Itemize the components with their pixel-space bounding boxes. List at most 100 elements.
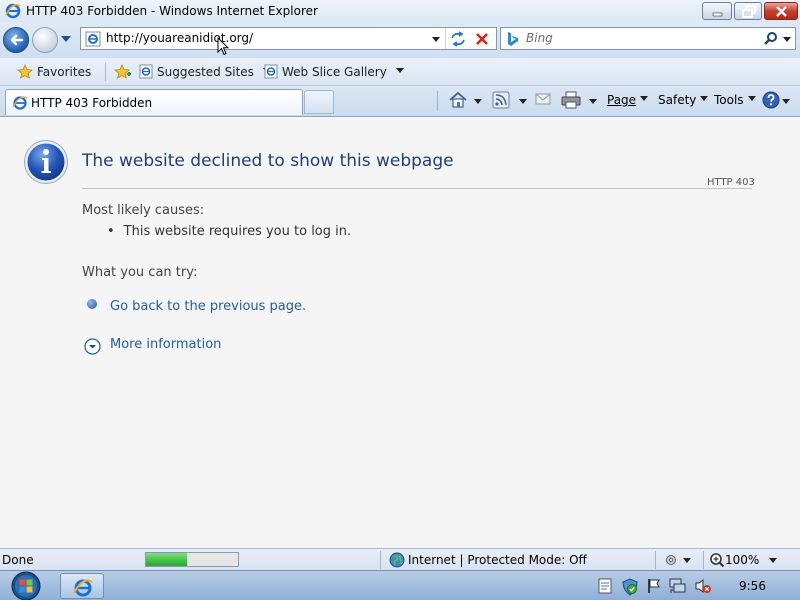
add-to-favorites-bar-icon[interactable] xyxy=(114,64,132,80)
back-icon xyxy=(10,34,24,46)
address-bar[interactable]: http://youareanidiot.org/ xyxy=(80,27,497,50)
back-button[interactable] xyxy=(3,27,29,53)
address-separator xyxy=(445,28,446,49)
favorites-star-icon xyxy=(17,64,33,79)
home-icon[interactable] xyxy=(448,91,468,109)
ie-icon xyxy=(73,579,93,597)
taskbar-ie-button[interactable] xyxy=(60,573,104,599)
page-menu[interactable]: Page xyxy=(607,93,649,107)
search-input[interactable]: Bing xyxy=(526,31,553,45)
suggested-sites-button[interactable]: Suggested Sites xyxy=(139,64,272,79)
settings-gear-icon[interactable] xyxy=(663,552,679,568)
page-load-progress-bar xyxy=(145,552,239,567)
command-bar: HTTP 403 Forbidden Page Safety Tools xyxy=(0,86,800,117)
address-dropdown-icon[interactable] xyxy=(431,36,441,44)
feeds-dropdown-icon[interactable] xyxy=(518,98,528,106)
chevron-down-icon xyxy=(640,96,649,101)
tab-label: HTTP 403 Forbidden xyxy=(31,96,153,110)
taskbar-clock[interactable]: 9:56 xyxy=(739,579,766,593)
status-text: Done xyxy=(2,553,34,567)
tools-menu[interactable]: Tools xyxy=(714,93,757,107)
favorites-label: Favorites xyxy=(37,65,92,79)
close-icon xyxy=(776,6,787,17)
read-mail-icon[interactable] xyxy=(535,91,551,107)
recent-pages-dropdown-icon[interactable] xyxy=(60,34,72,44)
search-box[interactable]: Bing xyxy=(500,27,796,50)
forward-button[interactable] xyxy=(32,27,58,53)
go-back-link[interactable]: Go back to the previous page. xyxy=(110,299,306,314)
restore-button[interactable] xyxy=(734,2,762,20)
ie-page-icon xyxy=(264,64,278,79)
favorites-bar: Favorites Suggested Sites Web Slice Gall… xyxy=(0,58,800,86)
volume-muted-icon[interactable] xyxy=(694,578,712,594)
search-icon[interactable] xyxy=(763,31,779,47)
start-button[interactable] xyxy=(8,571,44,600)
home-dropdown-icon[interactable] xyxy=(473,98,483,106)
ie-page-icon xyxy=(139,64,153,79)
causes-heading: Most likely causes: xyxy=(82,203,205,218)
print-dropdown-icon[interactable] xyxy=(588,98,598,106)
minimize-icon xyxy=(712,12,723,17)
tab-http-403-forbidden[interactable]: HTTP 403 Forbidden xyxy=(5,89,303,115)
action-center-flag-icon[interactable] xyxy=(646,578,662,594)
ie-icon xyxy=(5,3,21,19)
suggested-sites-label: Suggested Sites xyxy=(157,65,254,79)
title-divider xyxy=(82,188,752,189)
favorites-separator xyxy=(105,63,106,81)
forward-icon xyxy=(33,28,59,54)
link-bullet-icon xyxy=(87,299,97,309)
refresh-icon[interactable] xyxy=(449,31,467,47)
search-dropdown-icon[interactable] xyxy=(782,36,792,44)
security-zone-text[interactable]: Internet | Protected Mode: Off xyxy=(408,553,587,567)
print-icon[interactable] xyxy=(561,91,581,109)
info-icon xyxy=(24,140,68,184)
status-separator xyxy=(380,551,381,569)
zoom-level[interactable]: 100% xyxy=(725,553,759,567)
help-icon[interactable] xyxy=(762,91,780,109)
bing-icon xyxy=(508,32,518,46)
zoom-icon[interactable] xyxy=(709,552,725,568)
internet-globe-icon xyxy=(389,552,405,568)
title-bar: HTTP 403 Forbidden - Windows Internet Ex… xyxy=(0,0,800,22)
tools-menu-label: Tools xyxy=(714,93,744,107)
window-title: HTTP 403 Forbidden - Windows Internet Ex… xyxy=(26,4,318,18)
navigation-bar: http://youareanidiot.org/ Bing xyxy=(0,22,800,58)
feeds-icon[interactable] xyxy=(492,91,510,109)
safety-menu-label: Safety xyxy=(658,93,697,107)
chevron-down-icon[interactable] xyxy=(682,557,692,565)
chevron-down-icon xyxy=(395,68,404,73)
network-icon[interactable] xyxy=(669,578,687,594)
status-separator xyxy=(655,551,656,569)
error-title: The website declined to show this webpag… xyxy=(82,151,454,171)
chevron-down-icon xyxy=(747,96,756,101)
more-information-link[interactable]: More information xyxy=(110,337,221,352)
stop-icon[interactable] xyxy=(475,32,489,46)
page-content: The website declined to show this webpag… xyxy=(0,118,800,548)
command-separator xyxy=(437,91,438,111)
ie-page-icon xyxy=(12,96,28,110)
web-slice-gallery-button[interactable]: Web Slice Gallery xyxy=(264,64,405,79)
favorites-button[interactable]: Favorites xyxy=(17,64,91,79)
error-code: HTTP 403 xyxy=(707,177,755,188)
web-slice-gallery-label: Web Slice Gallery xyxy=(282,65,387,79)
safety-menu[interactable]: Safety xyxy=(658,93,709,107)
close-button[interactable] xyxy=(764,2,798,20)
chevron-down-icon xyxy=(700,96,709,101)
status-separator xyxy=(703,551,704,569)
zoom-dropdown-icon[interactable] xyxy=(768,557,778,565)
expand-chevron-icon[interactable] xyxy=(84,338,101,355)
tray-notes-icon[interactable] xyxy=(598,578,612,594)
page-menu-label: Page xyxy=(607,93,637,107)
ie-page-icon xyxy=(85,31,101,47)
cause-item: This website requires you to log in. xyxy=(107,224,351,239)
restore-icon xyxy=(742,5,756,18)
status-bar: Done Internet | Protected Mode: Off 100% xyxy=(0,548,800,570)
taskbar: 9:56 xyxy=(0,570,800,600)
progress-fill xyxy=(146,553,188,566)
security-shield-icon[interactable] xyxy=(621,578,639,596)
minimize-button[interactable] xyxy=(702,2,732,20)
new-tab-button[interactable] xyxy=(304,90,334,114)
mouse-cursor-icon xyxy=(217,37,230,56)
help-dropdown-icon[interactable] xyxy=(781,98,791,106)
try-heading: What you can try: xyxy=(82,265,198,280)
